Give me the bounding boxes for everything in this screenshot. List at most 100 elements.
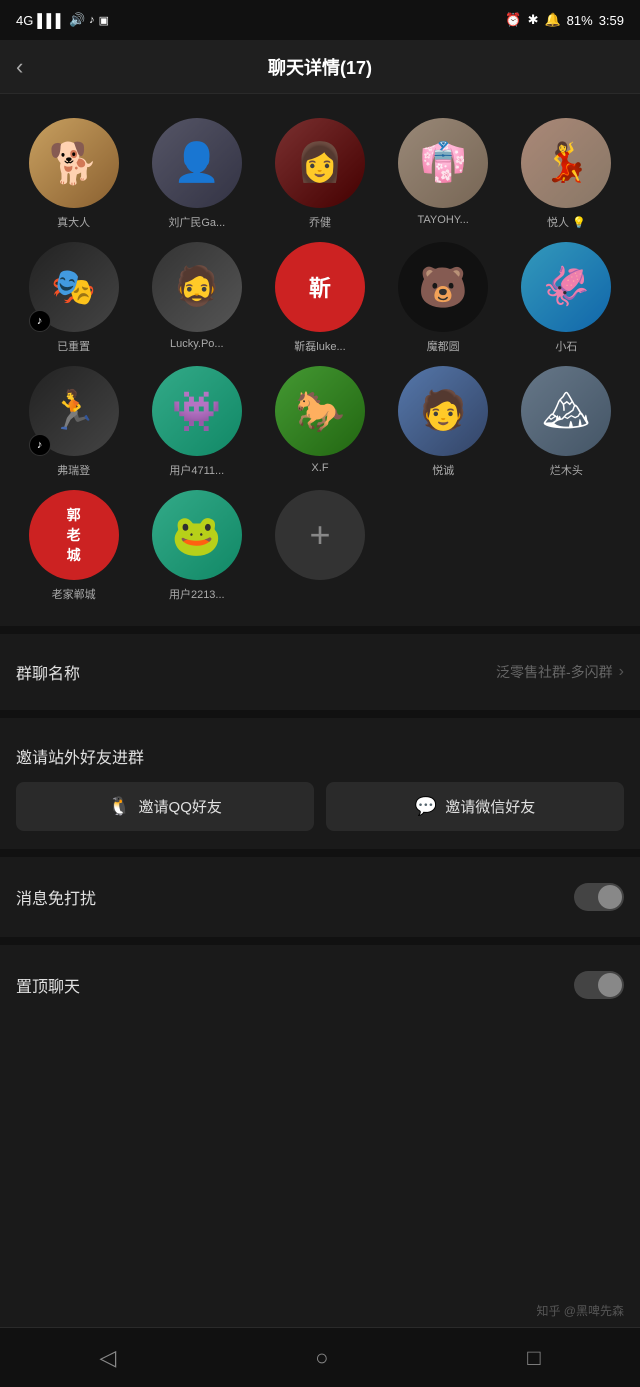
member-item[interactable]: 🐸 用户2213... bbox=[139, 490, 254, 602]
member-item[interactable]: 🐕 真大人 bbox=[16, 118, 131, 230]
invite-qq-label: 邀请QQ好友 bbox=[139, 796, 222, 817]
tiktok-icon: ♪ bbox=[89, 14, 95, 26]
pin-row: 置顶聊天 bbox=[16, 953, 624, 1017]
tiktok-badge: ♪ bbox=[29, 434, 51, 456]
avatar: 🏔 bbox=[521, 366, 611, 456]
time-display: 3:59 bbox=[599, 13, 624, 28]
nav-home-icon: ○ bbox=[315, 1345, 328, 1371]
alarm-icon: ⏰ bbox=[505, 12, 521, 28]
nav-back-icon: ◁ bbox=[99, 1345, 116, 1371]
dnd-section: 消息免打扰 bbox=[0, 865, 640, 929]
member-item[interactable]: 🐎 X.F bbox=[262, 366, 377, 478]
member-name: 已重置 bbox=[29, 338, 119, 354]
member-name: Lucky.Po... bbox=[152, 338, 242, 350]
avatar: 郭老城 bbox=[29, 490, 119, 580]
member-name: 悦诚 bbox=[398, 462, 488, 478]
member-name: 用户2213... bbox=[152, 586, 242, 602]
avatar: 🐸 bbox=[152, 490, 242, 580]
settings-section: 群聊名称 泛零售社群-多闪群 › bbox=[0, 642, 640, 702]
group-name-label: 群聊名称 bbox=[16, 660, 80, 684]
member-name: TAYOHY... bbox=[398, 214, 488, 226]
member-item[interactable]: 👩 乔健 bbox=[262, 118, 377, 230]
qq-icon: 🐧 bbox=[108, 796, 130, 817]
avatar: 💃 bbox=[521, 118, 611, 208]
section-divider-2 bbox=[0, 710, 640, 718]
avatar: 🧔 bbox=[152, 242, 242, 332]
members-grid: 🐕 真大人 👤 刘广民Ga... 👩 乔健 bbox=[16, 118, 624, 602]
member-item[interactable]: 郭老城 老家郸城 bbox=[16, 490, 131, 602]
member-name: 老家郸城 bbox=[29, 586, 119, 602]
member-item[interactable]: 🐻 魔都圆 bbox=[386, 242, 501, 354]
nav-recent-icon: □ bbox=[527, 1345, 540, 1371]
member-item[interactable]: 🏃 ♪ 弗瑞登 bbox=[16, 366, 131, 478]
avatar: 👘 bbox=[398, 118, 488, 208]
plus-icon: + bbox=[309, 514, 330, 556]
back-button[interactable]: ‹ bbox=[16, 54, 23, 80]
add-member-button[interactable]: + bbox=[275, 490, 365, 580]
avatar: 🐎 bbox=[275, 366, 365, 456]
nav-recent-button[interactable]: □ bbox=[527, 1345, 540, 1371]
member-item[interactable]: 🧔 Lucky.Po... bbox=[139, 242, 254, 354]
member-item[interactable]: 👘 TAYOHY... bbox=[386, 118, 501, 230]
avatar: 🧑 bbox=[398, 366, 488, 456]
member-name: 烂木头 bbox=[521, 462, 611, 478]
group-name-text: 泛零售社群-多闪群 bbox=[496, 662, 613, 682]
status-right: ⏰ ✱ 🔔 81% 3:59 bbox=[505, 12, 624, 28]
toggle-knob bbox=[598, 885, 622, 909]
member-name: 魔都圆 bbox=[398, 338, 488, 354]
avatar: 👤 bbox=[152, 118, 242, 208]
section-divider bbox=[0, 626, 640, 634]
member-item[interactable]: 💃 悦人 💡 bbox=[509, 118, 624, 230]
status-bar: 4G ▌▌▌ 🔊 ♪ ▣ ⏰ ✱ 🔔 81% 3:59 bbox=[0, 0, 640, 40]
section-divider-3 bbox=[0, 849, 640, 857]
pin-section: 置顶聊天 bbox=[0, 953, 640, 1017]
nav-back-button[interactable]: ◁ bbox=[99, 1345, 116, 1371]
member-name: 真大人 bbox=[29, 214, 119, 230]
nav-home-button[interactable]: ○ bbox=[315, 1345, 328, 1371]
member-item[interactable]: 👾 用户4711... bbox=[139, 366, 254, 478]
invite-qq-button[interactable]: 🐧 邀请QQ好友 bbox=[16, 782, 314, 831]
member-name: X.F bbox=[275, 462, 365, 474]
pin-label: 置顶聊天 bbox=[16, 973, 80, 997]
member-name: 弗瑞登 bbox=[29, 462, 119, 478]
members-section: 🐕 真大人 👤 刘广民Ga... 👩 乔健 bbox=[0, 94, 640, 618]
dnd-label: 消息免打扰 bbox=[16, 885, 96, 909]
battery-text: 81% bbox=[567, 13, 593, 28]
member-item[interactable]: 靳 靳磊luke... bbox=[262, 242, 377, 354]
member-name: 悦人 💡 bbox=[521, 214, 611, 230]
avatar: 👾 bbox=[152, 366, 242, 456]
bluetooth-icon: ✱ bbox=[528, 12, 539, 28]
member-name: 用户4711... bbox=[152, 462, 242, 478]
avatar: 🐕 bbox=[29, 118, 119, 208]
signal-bars: ▌▌▌ bbox=[37, 13, 65, 28]
dnd-toggle[interactable] bbox=[574, 883, 624, 911]
add-member-item[interactable]: + bbox=[262, 490, 377, 602]
page-header: ‹ 聊天详情(17) bbox=[0, 40, 640, 94]
volume-icon: 🔔 bbox=[544, 12, 560, 28]
wechat-icon: 💬 bbox=[415, 796, 437, 817]
dnd-row: 消息免打扰 bbox=[16, 865, 624, 929]
group-name-row[interactable]: 群聊名称 泛零售社群-多闪群 › bbox=[16, 642, 624, 702]
member-name: 刘广民Ga... bbox=[152, 214, 242, 230]
member-item[interactable]: 👤 刘广民Ga... bbox=[139, 118, 254, 230]
page-title: 聊天详情(17) bbox=[268, 54, 372, 80]
avatar: 🦑 bbox=[521, 242, 611, 332]
member-item[interactable]: 🎭 ♪ 已重置 bbox=[16, 242, 131, 354]
watermark: 知乎 @黑啤先森 bbox=[536, 1302, 624, 1319]
member-item[interactable]: 🦑 小石 bbox=[509, 242, 624, 354]
pin-toggle[interactable] bbox=[574, 971, 624, 999]
avatar: 🐻 bbox=[398, 242, 488, 332]
tiktok-badge: ♪ bbox=[29, 310, 51, 332]
avatar: 👩 bbox=[275, 118, 365, 208]
member-item[interactable]: 🧑 悦诚 bbox=[386, 366, 501, 478]
member-item[interactable]: 🏔 烂木头 bbox=[509, 366, 624, 478]
status-left: 4G ▌▌▌ 🔊 ♪ ▣ bbox=[16, 12, 109, 28]
invite-section: 邀请站外好友进群 🐧 邀请QQ好友 💬 邀请微信好友 bbox=[0, 726, 640, 841]
section-divider-4 bbox=[0, 937, 640, 945]
member-name: 乔健 bbox=[275, 214, 365, 230]
wifi-icon: 🔊 bbox=[69, 12, 85, 28]
member-name: 小石 bbox=[521, 338, 611, 354]
toggle-knob-pin bbox=[598, 973, 622, 997]
invite-wechat-button[interactable]: 💬 邀请微信好友 bbox=[326, 782, 624, 831]
group-name-value: 泛零售社群-多闪群 › bbox=[496, 662, 624, 682]
